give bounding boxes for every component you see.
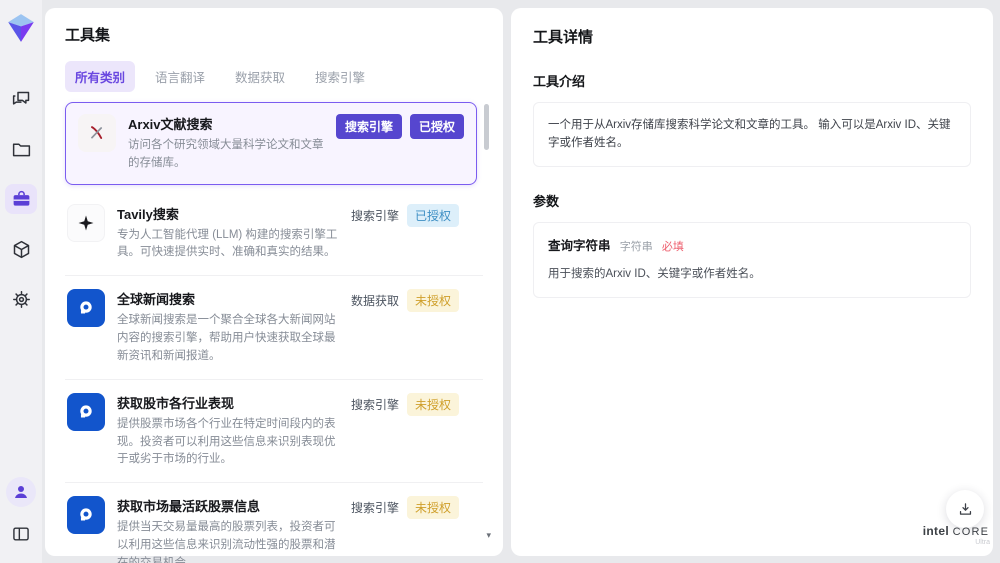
tool-tags: 搜索引擎 未授权: [350, 392, 459, 416]
category-badge: 搜索引擎: [335, 114, 402, 139]
tool-tags: 搜索引擎 已授权: [350, 203, 459, 227]
news-logo-icon: [80, 405, 92, 418]
tool-list-item[interactable]: Tavily搜索 专为人工智能代理 (LLM) 构建的搜索引擎工具。可快速提供实…: [65, 191, 483, 277]
status-badge: 已授权: [406, 203, 459, 227]
tool-list-item[interactable]: 获取市场最活跃股票信息 提供当天交易量最高的股票列表，投资者可以利用这些信息来识…: [65, 483, 483, 563]
params-section-title: 参数: [533, 193, 560, 209]
tool-description: 访问各个研究领域大量科学论文和文章的存储库。: [128, 139, 324, 169]
news-logo-icon: [80, 508, 92, 521]
intro-section-title: 工具介绍: [533, 74, 586, 89]
params-list: 查询字符串 字符串 必填 用于搜索的Arxiv ID、关键字或作者姓名。: [533, 221, 971, 298]
tool-text: Tavily搜索 专为人工智能代理 (LLM) 构建的搜索引擎工具。可快速提供实…: [117, 204, 339, 263]
sidebar-item-models[interactable]: [5, 234, 37, 264]
category-badge: 数据获取: [350, 294, 399, 309]
category-tab[interactable]: 数据获取: [225, 61, 295, 92]
intel-core-logo: intel CORE Ultra: [922, 524, 990, 546]
parameter-card: 查询字符串 字符串 必填 用于搜索的Arxiv ID、关键字或作者姓名。: [533, 221, 971, 298]
tool-icon: [78, 114, 116, 152]
tavily-icon: [78, 215, 94, 231]
tool-description: 提供当天交易量最高的股票列表，投资者可以利用这些信息来识别流动性强的股票和潜在的…: [117, 521, 336, 563]
tool-icon: [67, 203, 105, 242]
download-icon: [959, 502, 971, 515]
parameter-required-badge: 必填: [661, 240, 684, 253]
toolbox-icon: [13, 190, 29, 206]
tool-text: 全球新闻搜索 全球新闻搜索是一个聚合全球各大新闻网站内容的搜索引擎，帮助用户快速…: [117, 289, 339, 365]
status-badge: 未授权: [406, 392, 459, 416]
user-icon: [15, 486, 27, 498]
sidebar-item-tools[interactable]: [5, 184, 37, 214]
brand-primary: intel: [922, 524, 949, 538]
category-tabs: 所有类别 语言翻译 数据获取 搜索引擎: [65, 61, 483, 92]
status-badge: 已授权: [409, 114, 464, 139]
left-rail: [0, 0, 42, 563]
status-badge: 未授权: [406, 496, 459, 520]
category-badge: 搜索引擎: [350, 208, 399, 223]
arxiv-icon: [91, 126, 103, 139]
tool-list-item[interactable]: 全球新闻搜索 全球新闻搜索是一个聚合全球各大新闻网站内容的搜索引擎，帮助用户快速…: [65, 276, 483, 380]
rail-nav: [5, 84, 37, 314]
category-badge: 搜索引擎: [350, 397, 399, 412]
tool-text: 获取市场最活跃股票信息 提供当天交易量最高的股票列表，投资者可以利用这些信息来识…: [117, 496, 339, 563]
tool-icon: [67, 392, 105, 431]
tool-tags: 数据获取 未授权: [350, 289, 459, 313]
tool-detail-panel: 工具详情 工具介绍 一个用于从Arxiv存储库搜索科学论文和文章的工具。 输入可…: [511, 8, 993, 556]
settings-icon: [12, 290, 30, 308]
tool-text: Arxiv文献搜索 访问各个研究领域大量科学论文和文章的存储库。: [128, 114, 324, 173]
rail-bottom: [5, 477, 37, 549]
tool-tags: 搜索引擎 未授权: [350, 496, 459, 520]
status-badge: 未授权: [406, 289, 459, 313]
category-badge: 搜索引擎: [350, 501, 399, 516]
intro-box: 一个用于从Arxiv存储库搜索科学论文和文章的工具。 输入可以是Arxiv ID…: [533, 102, 971, 167]
app-logo-icon[interactable]: [6, 12, 36, 44]
tool-text: 获取股市各行业表现 提供股票市场各个行业在特定时间段内的表现。投资者可以利用这些…: [117, 393, 339, 469]
category-tab[interactable]: 所有类别: [65, 61, 136, 92]
tool-icon: [67, 496, 105, 535]
user-avatar-button[interactable]: [6, 477, 36, 507]
brand-secondary: CORE: [952, 526, 990, 538]
tool-list: Arxiv文献搜索 访问各个研究领域大量科学论文和文章的存储库。 搜索引擎 已授…: [65, 102, 483, 563]
tool-name: 获取股市各行业表现: [117, 395, 235, 411]
scroll-down-icon[interactable]: ▾: [486, 531, 491, 540]
tool-list-item[interactable]: 获取股市各行业表现 提供股票市场各个行业在特定时间段内的表现。投资者可以利用这些…: [65, 380, 483, 484]
parameter-type: 字符串: [619, 240, 653, 253]
chat-icon: [12, 91, 29, 105]
scrollbar-thumb[interactable]: [484, 104, 489, 150]
page-title: 工具集: [65, 27, 111, 44]
tool-name: Arxiv文献搜索: [128, 117, 213, 132]
tool-name: 获取市场最活跃股票信息: [117, 499, 261, 515]
detail-title: 工具详情: [533, 29, 594, 46]
parameter-header: 查询字符串 字符串 必填: [548, 236, 956, 257]
panel-toggle-button[interactable]: [5, 519, 37, 549]
brand-sub: Ultra: [975, 539, 990, 546]
sidebar-item-files[interactable]: [5, 134, 37, 164]
category-tab[interactable]: 搜索引擎: [305, 61, 375, 92]
sidebar-item-settings[interactable]: [5, 284, 37, 314]
sidebar-item-chat[interactable]: [5, 84, 37, 114]
tool-tags: 搜索引擎 已授权: [335, 114, 464, 139]
parameter-name: 查询字符串: [548, 238, 611, 253]
news-logo-icon: [80, 301, 92, 314]
folder-icon: [12, 143, 30, 156]
tool-list-panel: 工具集 所有类别 语言翻译 数据获取 搜索引擎 Arxiv文献搜索 访问各个研究…: [45, 8, 503, 563]
tool-list-item[interactable]: Arxiv文献搜索 访问各个研究领域大量科学论文和文章的存储库。 搜索引擎 已授…: [65, 102, 477, 185]
list-scrollbar[interactable]: [484, 104, 489, 534]
tool-description: 全球新闻搜索是一个聚合全球各大新闻网站内容的搜索引擎，帮助用户快速获取全球最新资…: [117, 314, 336, 362]
tool-icon: [67, 289, 105, 328]
category-tab[interactable]: 语言翻译: [145, 61, 215, 92]
tool-name: Tavily搜索: [117, 206, 179, 222]
tool-name: 全球新闻搜索: [117, 292, 196, 308]
parameter-description: 用于搜索的Arxiv ID、关键字或作者姓名。: [548, 268, 761, 281]
panel-toggle-icon: [13, 527, 29, 541]
tool-description: 专为人工智能代理 (LLM) 构建的搜索引擎工具。可快速提供实时、准确和真实的结…: [117, 228, 338, 259]
tool-description: 提供股票市场各个行业在特定时间段内的表现。投资者可以利用这些信息来识别表现优于或…: [117, 417, 336, 466]
download-button[interactable]: [946, 490, 984, 528]
cube-icon: [13, 240, 29, 258]
